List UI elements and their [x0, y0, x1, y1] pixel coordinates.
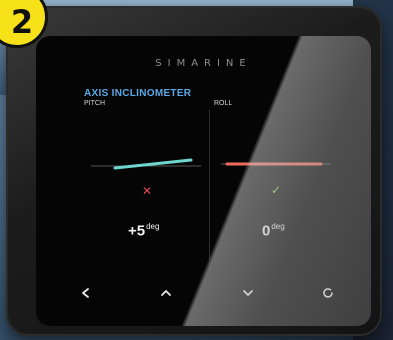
roll-value-number: 0: [262, 222, 271, 240]
refresh-icon: [323, 288, 333, 298]
brand-label: SIMARINE: [155, 58, 252, 69]
roll-value-unit: deg: [271, 222, 285, 231]
device-screen: SIMARINE AXIS INCLINOMETER PITCH ROLL ✕ …: [36, 36, 371, 326]
step-number: 2: [10, 3, 34, 41]
photo-scene: SIMARINE AXIS INCLINOMETER PITCH ROLL ✕ …: [0, 0, 393, 340]
pitch-value-unit: deg: [146, 222, 160, 231]
pitch-indicator-line: [113, 158, 193, 170]
pitch-value-number: +5: [128, 222, 146, 240]
down-button[interactable]: [236, 281, 260, 305]
app-title: AXIS INCLINOMETER: [84, 88, 192, 99]
chevron-left-icon: [82, 288, 89, 298]
x-icon: ✕: [142, 184, 153, 198]
simarine-device: SIMARINE AXIS INCLINOMETER PITCH ROLL ✕ …: [6, 6, 382, 336]
chevron-up-icon: [161, 290, 171, 296]
roll-gauge: [221, 162, 331, 166]
back-button[interactable]: [74, 281, 98, 305]
check-icon: ✓: [271, 183, 282, 197]
pitch-gauge: [91, 158, 201, 170]
roll-value: 0deg: [262, 222, 285, 240]
chevron-down-icon: [243, 290, 253, 296]
column-divider: [209, 110, 210, 260]
pitch-value: +5deg: [128, 222, 159, 240]
roll-label: ROLL: [214, 100, 233, 107]
pitch-label: PITCH: [84, 100, 105, 107]
up-button[interactable]: [154, 281, 178, 305]
refresh-button[interactable]: [316, 281, 340, 305]
